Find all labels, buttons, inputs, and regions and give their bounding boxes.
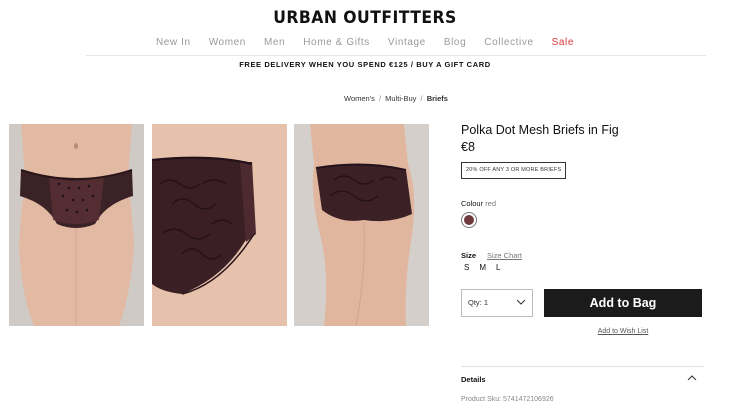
model-back-closeup-photo[interactable] bbox=[152, 124, 287, 326]
nav-women[interactable]: Women bbox=[209, 37, 246, 48]
nav-sale[interactable]: Sale bbox=[552, 37, 574, 48]
colour-value: red bbox=[485, 199, 497, 208]
breadcrumb-separator: / bbox=[420, 94, 423, 103]
nav-vintage[interactable]: Vintage bbox=[388, 37, 426, 48]
size-options: S M L bbox=[464, 263, 500, 272]
promo-separator: / bbox=[410, 60, 414, 69]
multi-buy-offer-badge: 20% OFF ANY 3 OR MORE BRIEFS bbox=[461, 162, 567, 179]
add-to-bag-button[interactable]: Add to Bag bbox=[544, 289, 702, 317]
product-sku: Product Sku: 5741472106926 bbox=[461, 396, 554, 403]
nav-men[interactable]: Men bbox=[264, 37, 285, 48]
quantity-select[interactable]: Qty: 1 bbox=[461, 289, 533, 317]
product-title: Polka Dot Mesh Briefs in Fig bbox=[461, 123, 619, 137]
chevron-up-icon[interactable] bbox=[687, 374, 697, 382]
size-chart-link[interactable]: Size Chart bbox=[487, 251, 522, 260]
model-front-photo[interactable] bbox=[9, 124, 144, 326]
main-nav: New In Women Men Home & Gifts Vintage Bl… bbox=[0, 37, 730, 48]
breadcrumb-womens[interactable]: Women's bbox=[344, 94, 375, 103]
colour-label: Colour red bbox=[461, 199, 497, 208]
size-label: Size bbox=[461, 251, 477, 260]
breadcrumb-multi-buy[interactable]: Multi-Buy bbox=[385, 94, 416, 103]
breadcrumb: Women's / Multi-Buy / Briefs bbox=[0, 94, 730, 103]
quantity-value: Qty: 1 bbox=[468, 298, 489, 307]
nav-home-gifts[interactable]: Home & Gifts bbox=[303, 37, 370, 48]
store-logo[interactable]: URBAN OUTFITTERS bbox=[29, 8, 701, 28]
swatch-color-dot bbox=[464, 215, 474, 225]
breadcrumb-separator: / bbox=[378, 94, 382, 103]
colour-swatch-red[interactable] bbox=[461, 212, 477, 228]
nav-new-in[interactable]: New In bbox=[156, 37, 191, 48]
size-option-s[interactable]: S bbox=[464, 263, 469, 272]
nav-divider bbox=[86, 55, 706, 56]
promo-banner: FREE DELIVERY WHEN YOU SPEND €125 / BUY … bbox=[0, 60, 730, 69]
promo-gift-card[interactable]: BUY A GIFT CARD bbox=[416, 60, 491, 69]
model-side-photo[interactable] bbox=[294, 124, 429, 326]
nav-collective[interactable]: Collective bbox=[484, 37, 533, 48]
add-to-wish-list-link[interactable]: Add to Wish List bbox=[544, 328, 702, 335]
product-price: €8 bbox=[461, 140, 475, 154]
breadcrumb-current: Briefs bbox=[426, 94, 448, 103]
chevron-down-icon bbox=[516, 299, 526, 305]
size-option-m[interactable]: M bbox=[479, 263, 486, 272]
details-toggle[interactable]: Details bbox=[461, 375, 486, 384]
size-option-l[interactable]: L bbox=[496, 263, 500, 272]
details-divider bbox=[461, 366, 704, 367]
nav-blog[interactable]: Blog bbox=[444, 37, 466, 48]
promo-free-delivery[interactable]: FREE DELIVERY WHEN YOU SPEND €125 bbox=[239, 60, 408, 69]
